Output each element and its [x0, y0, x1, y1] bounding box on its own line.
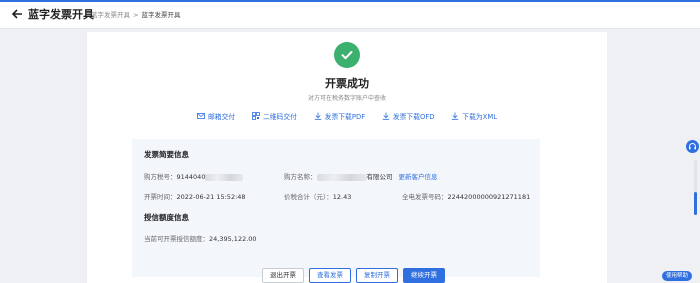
- credit-label: 当前可开票授信额度：: [144, 235, 209, 243]
- page-title: 蓝字发票开具: [28, 8, 94, 21]
- invoice-info-panel: 发票简要信息 购方税号：9144040 购方名称： 有限公司 更新客户信息 开票时间…: [132, 139, 540, 277]
- download-icon: [382, 112, 390, 120]
- success-check-icon: [334, 42, 360, 68]
- download-ofd-link[interactable]: 发票下载OFD: [382, 111, 435, 121]
- download-xml-label: 下载为XML: [462, 113, 497, 121]
- buyer-tax-no-value: 9144040: [176, 173, 206, 181]
- qrcode-delivery-label: 二维码交付: [262, 113, 297, 121]
- help-button[interactable]: 使用帮助: [662, 271, 693, 281]
- download-ofd-label: 发票下载OFD: [392, 113, 435, 121]
- buyer-name-field: 购方名称： 有限公司 更新客户信息: [284, 171, 438, 181]
- total-value: 12.43: [332, 193, 352, 201]
- summary-section-title: 发票简要信息: [144, 150, 189, 159]
- download-icon: [452, 112, 459, 120]
- breadcrumb-current: 蓝字发票开具: [141, 11, 181, 19]
- buyer-tax-no-field: 购方税号：9144040: [144, 171, 244, 181]
- download-icon: [314, 112, 321, 120]
- total-field: 价税合计（元）：12.43: [284, 191, 351, 201]
- breadcrumb: 蓝字发票开具 > 蓝字发票开具: [91, 11, 180, 20]
- buyer-name-value: 有限公司: [366, 173, 393, 181]
- result-title: 开票成功: [325, 77, 369, 90]
- result-subtitle: 对方可在税务数字账户中查收: [307, 95, 386, 102]
- page-header: 蓝字发票开具 蓝字发票开具 > 蓝字发票开具: [0, 2, 700, 29]
- qrcode-icon: [252, 112, 260, 120]
- delivery-actions: 邮箱交付 二维码交付 发票下载PDF 发票下载OFD 下载为XML: [197, 111, 497, 121]
- copy-invoice-button[interactable]: 复制开票: [356, 268, 398, 283]
- scrollbar-thumb[interactable]: [694, 192, 697, 215]
- credit-field: 当前可开票授信额度：24,395,122.00: [144, 233, 257, 243]
- invoice-no-value: 22442000000921271181: [447, 193, 531, 201]
- qrcode-delivery-link[interactable]: 二维码交付: [252, 111, 297, 121]
- download-pdf-link[interactable]: 发票下载PDF: [314, 111, 365, 121]
- headset-support-icon[interactable]: [686, 140, 699, 153]
- invoice-no-label: 全电发票号码：: [402, 193, 448, 201]
- invoice-no-field: 全电发票号码：22442000000921271181: [402, 191, 530, 201]
- email-delivery-link[interactable]: 邮箱交付: [197, 111, 235, 121]
- total-label: 价税合计（元）：: [284, 193, 333, 201]
- credit-value: 24,395,122.00: [209, 235, 257, 243]
- exit-invoicing-button[interactable]: 退出开票: [262, 268, 304, 283]
- redacted-text: [316, 173, 367, 181]
- issue-time-field: 开票时间：2022-06-21 15:52:48: [144, 191, 246, 201]
- issue-time-label: 开票时间：: [144, 193, 177, 201]
- breadcrumb-item[interactable]: 蓝字发票开具: [91, 11, 130, 20]
- download-xml-link[interactable]: 下载为XML: [451, 111, 497, 121]
- redacted-text: [205, 173, 244, 181]
- view-invoice-button[interactable]: 查看发票: [309, 268, 351, 283]
- email-delivery-label: 邮箱交付: [208, 113, 236, 121]
- buyer-tax-no-label: 购方税号：: [144, 173, 177, 181]
- result-card: 开票成功 对方可在税务数字账户中查收 邮箱交付 二维码交付 发票下载PDF 发票…: [87, 32, 607, 283]
- bottom-button-row: 退出开票 查看发票 复制开票 继续开票: [262, 268, 445, 283]
- breadcrumb-separator: >: [133, 11, 139, 19]
- credit-section-title: 授信额度信息: [144, 213, 189, 222]
- issue-time-value: 2022-06-21 15:52:48: [176, 193, 246, 201]
- update-client-link[interactable]: 更新客户信息: [399, 173, 438, 181]
- back-arrow-icon[interactable]: [10, 6, 24, 22]
- buyer-name-label: 购方名称：: [284, 173, 317, 181]
- download-pdf-label: 发票下载PDF: [324, 113, 366, 121]
- continue-invoicing-button[interactable]: 继续开票: [403, 268, 445, 283]
- mail-icon: [197, 113, 205, 119]
